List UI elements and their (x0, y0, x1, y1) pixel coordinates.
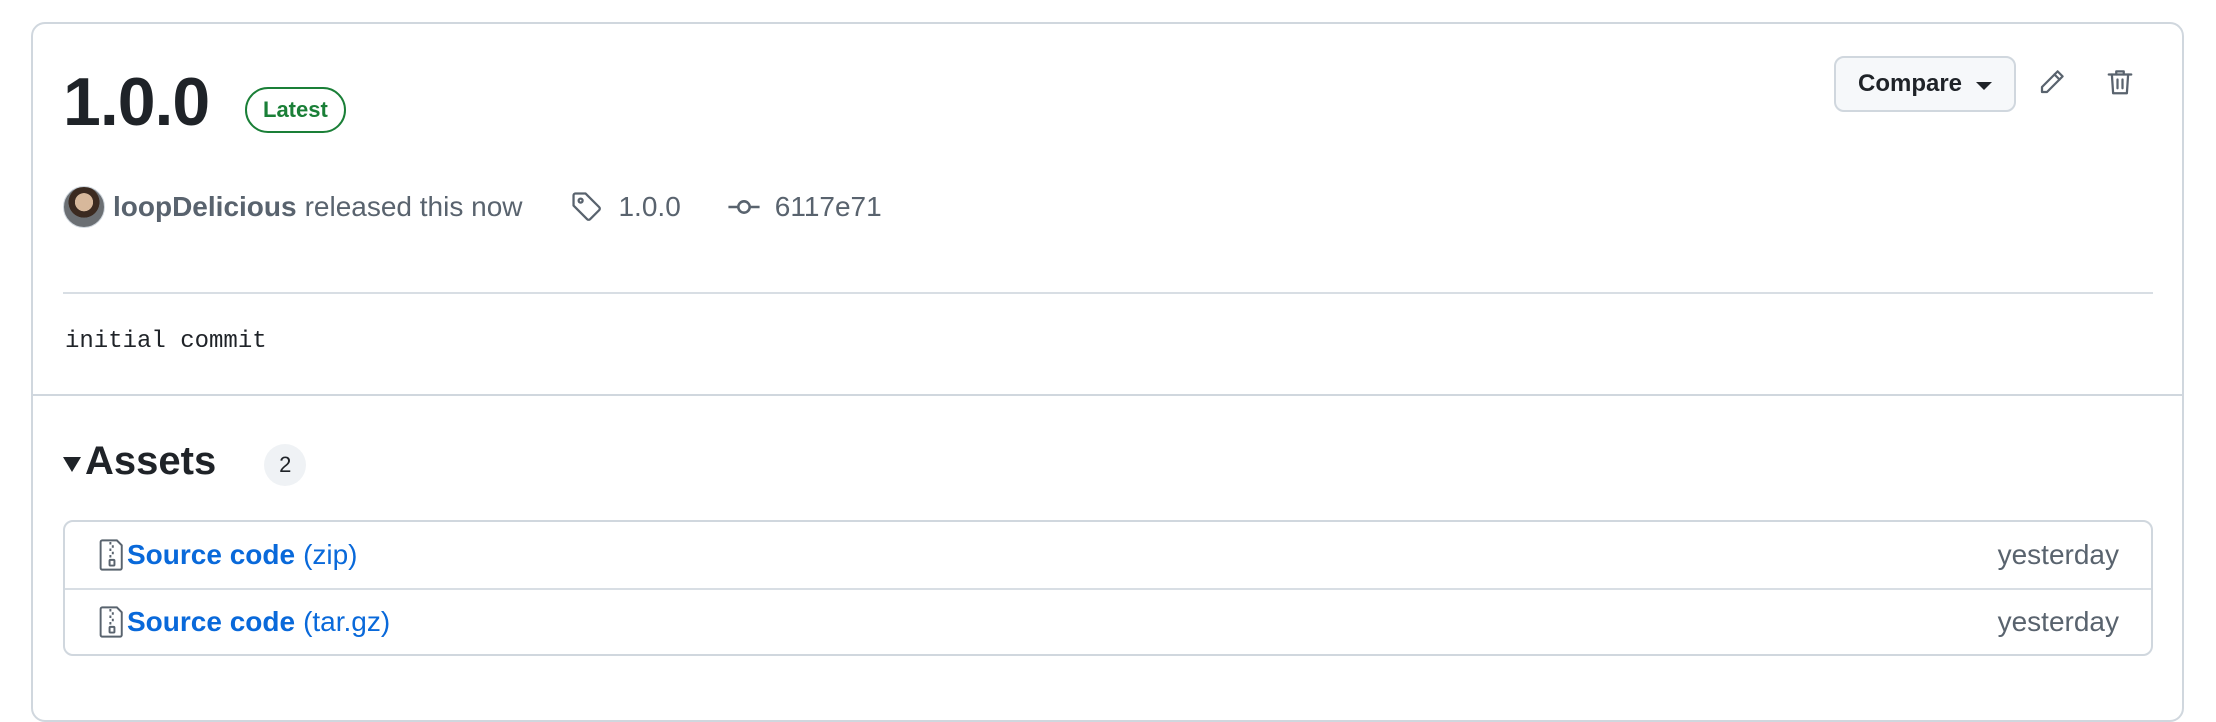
tag-icon (572, 192, 602, 221)
edit-release-button[interactable] (2030, 60, 2074, 104)
asset-name: Source code (127, 606, 296, 637)
asset-link-zip[interactable]: Source code (zip) (99, 538, 358, 572)
assets-count-badge: 2 (264, 444, 307, 486)
latest-badge: Latest (245, 87, 346, 133)
asset-row: Source code (tar.gz) yesterday (65, 588, 2151, 654)
release-meta: loopDelicious released this now 1.0.0 61… (63, 186, 882, 228)
asset-ext: (zip) (303, 539, 358, 570)
commit-icon (728, 200, 760, 214)
compare-button[interactable]: Compare (1834, 56, 2016, 112)
assets-title: Assets (85, 438, 217, 483)
commit-link[interactable]: 6117e71 (727, 190, 882, 224)
author-link[interactable]: loopDelicious (113, 191, 297, 223)
tag-link[interactable]: 1.0.0 (570, 190, 681, 224)
compare-button-label: Compare (1857, 70, 1963, 97)
assets-toggle[interactable]: Assets 2 (63, 436, 307, 486)
assets-list: Source code (zip) yesterday Source code … (63, 520, 2153, 656)
asset-date: yesterday (1997, 606, 2119, 637)
avatar[interactable] (63, 186, 105, 228)
pencil-icon (2040, 70, 2064, 94)
commit-sha: 6117e71 (774, 191, 882, 222)
asset-link-targz[interactable]: Source code (tar.gz) (99, 605, 390, 639)
delete-release-button[interactable] (2098, 60, 2142, 104)
trash-icon (2107, 70, 2133, 95)
asset-ext: (tar.gz) (303, 606, 391, 637)
file-zip-icon (99, 539, 123, 571)
asset-date: yesterday (1997, 539, 2119, 570)
section-divider (31, 394, 2184, 396)
release-version-title[interactable]: 1.0.0 (63, 62, 210, 142)
asset-row: Source code (zip) yesterday (65, 522, 2151, 588)
triangle-down-icon (63, 456, 81, 472)
release-notes: initial commit (65, 328, 267, 355)
chevron-down-icon (1976, 82, 1993, 90)
tag-label: 1.0.0 (618, 191, 681, 222)
file-zip-icon (99, 606, 123, 638)
header-divider (63, 292, 2153, 294)
asset-name: Source code (127, 539, 296, 570)
released-text: released this now (304, 191, 523, 222)
